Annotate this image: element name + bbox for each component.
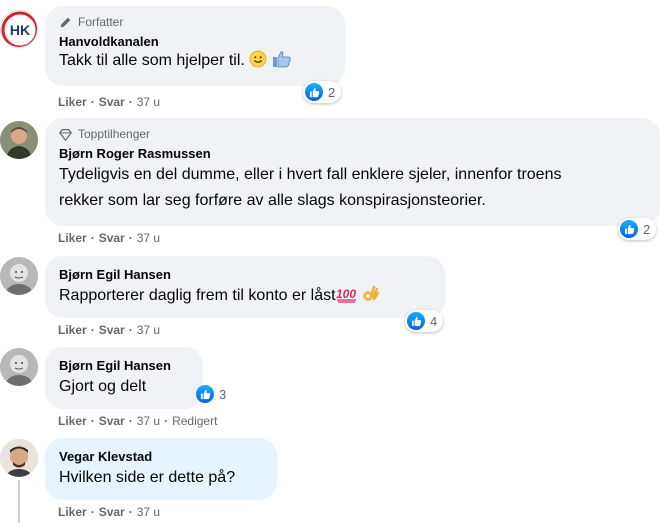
comment-text: Gjort og delt	[59, 378, 147, 395]
comment-actions: Liker · Svar · 37 u	[58, 323, 160, 337]
thread-line	[18, 480, 20, 523]
like-button[interactable]: Liker	[58, 323, 87, 337]
separator: ·	[90, 95, 95, 109]
svg-text:HK: HK	[10, 22, 30, 38]
comment-text: Hvilken side er dette på?	[59, 469, 236, 486]
comment-bubble: Topptilhenger Bjørn Roger Rasmussen Tyde…	[45, 118, 660, 226]
reply-button[interactable]: Svar	[99, 231, 125, 245]
author-name[interactable]: Bjørn Roger Rasmussen	[59, 145, 646, 162]
separator: ·	[128, 505, 133, 519]
reaction-summary[interactable]: 4	[405, 310, 444, 332]
reaction-count: 4	[430, 313, 438, 329]
comment-bubble: Bjørn Egil Hansen Gjort og delt	[45, 347, 203, 409]
avatar[interactable]	[0, 121, 38, 159]
hundred-emoji: 100	[336, 285, 358, 310]
separator: ·	[164, 414, 169, 428]
comment-text: Rapporterer daglig frem til konto er lås…	[59, 285, 431, 310]
reply-button[interactable]: Svar	[99, 414, 125, 428]
comment-bubble: Bjørn Egil Hansen Rapporterer daglig fre…	[45, 256, 445, 318]
reaction-count: 2	[328, 84, 336, 100]
badge-label: Topptilhenger	[78, 127, 151, 141]
avatar[interactable]	[0, 257, 38, 295]
like-icon	[620, 220, 638, 238]
reaction-summary[interactable]: 2	[618, 218, 657, 240]
comment-actions: Liker · Svar · 37 u	[58, 95, 160, 109]
separator: ·	[90, 505, 95, 519]
like-icon	[407, 312, 425, 330]
comment-text: Takk til alle som hjelper til.	[59, 50, 331, 75]
comment-bubble: Vegar Klevstad Hvilken side er dette på?	[45, 438, 277, 500]
diamond-icon	[59, 128, 72, 141]
ok-hand-emoji	[362, 285, 380, 310]
author-badge: Topptilhenger	[59, 126, 646, 142]
separator: ·	[128, 95, 133, 109]
separator: ·	[128, 414, 133, 428]
timestamp[interactable]: 37 u	[137, 414, 160, 428]
comment-actions: Liker · Svar · 37 u	[58, 505, 160, 519]
timestamp[interactable]: 37 u	[137, 231, 160, 245]
hk-logo-icon: HK	[1, 11, 37, 47]
separator: ·	[90, 414, 95, 428]
smile-emoji	[249, 50, 267, 75]
like-button[interactable]: Liker	[58, 95, 87, 109]
separator: ·	[90, 323, 95, 337]
reaction-count: 2	[643, 221, 651, 237]
timestamp[interactable]: 37 u	[137, 323, 160, 337]
timestamp[interactable]: 37 u	[137, 95, 160, 109]
reply-button[interactable]: Svar	[99, 95, 125, 109]
author-name[interactable]: Vegar Klevstad	[59, 448, 263, 465]
avatar[interactable]: HK	[0, 10, 38, 48]
separator: ·	[90, 231, 95, 245]
like-icon	[305, 83, 323, 101]
reaction-summary[interactable]: 3	[194, 383, 232, 405]
thumbs-up-emoji	[272, 50, 292, 75]
svg-text:100: 100	[336, 287, 356, 301]
timestamp[interactable]: 37 u	[137, 505, 160, 519]
separator: ·	[128, 231, 133, 245]
comment-actions: Liker · Svar · 37 u	[58, 231, 160, 245]
like-button[interactable]: Liker	[58, 505, 87, 519]
separator: ·	[128, 323, 133, 337]
author-badge: Forfatter	[59, 14, 331, 30]
comment-actions: Liker · Svar · 37 u · Redigert	[58, 414, 217, 428]
avatar[interactable]	[0, 348, 38, 386]
reply-button[interactable]: Svar	[99, 323, 125, 337]
author-name[interactable]: Bjørn Egil Hansen	[59, 357, 189, 374]
badge-label: Forfatter	[78, 15, 124, 29]
avatar[interactable]	[0, 439, 38, 477]
author-name[interactable]: Bjørn Egil Hansen	[59, 266, 431, 283]
like-icon	[196, 385, 214, 403]
reaction-summary[interactable]: 2	[303, 81, 342, 103]
like-button[interactable]: Liker	[58, 414, 87, 428]
author-name[interactable]: Hanvoldkanalen	[59, 33, 331, 50]
pencil-icon	[60, 17, 71, 27]
like-button[interactable]: Liker	[58, 231, 87, 245]
comment-text: Tydeligvis en del dumme, eller i hvert f…	[59, 166, 562, 209]
reaction-count: 3	[219, 386, 227, 402]
edited-label[interactable]: Redigert	[172, 414, 217, 428]
reply-button[interactable]: Svar	[99, 505, 125, 519]
comment-bubble: Forfatter Hanvoldkanalen Takk til alle s…	[45, 6, 345, 86]
